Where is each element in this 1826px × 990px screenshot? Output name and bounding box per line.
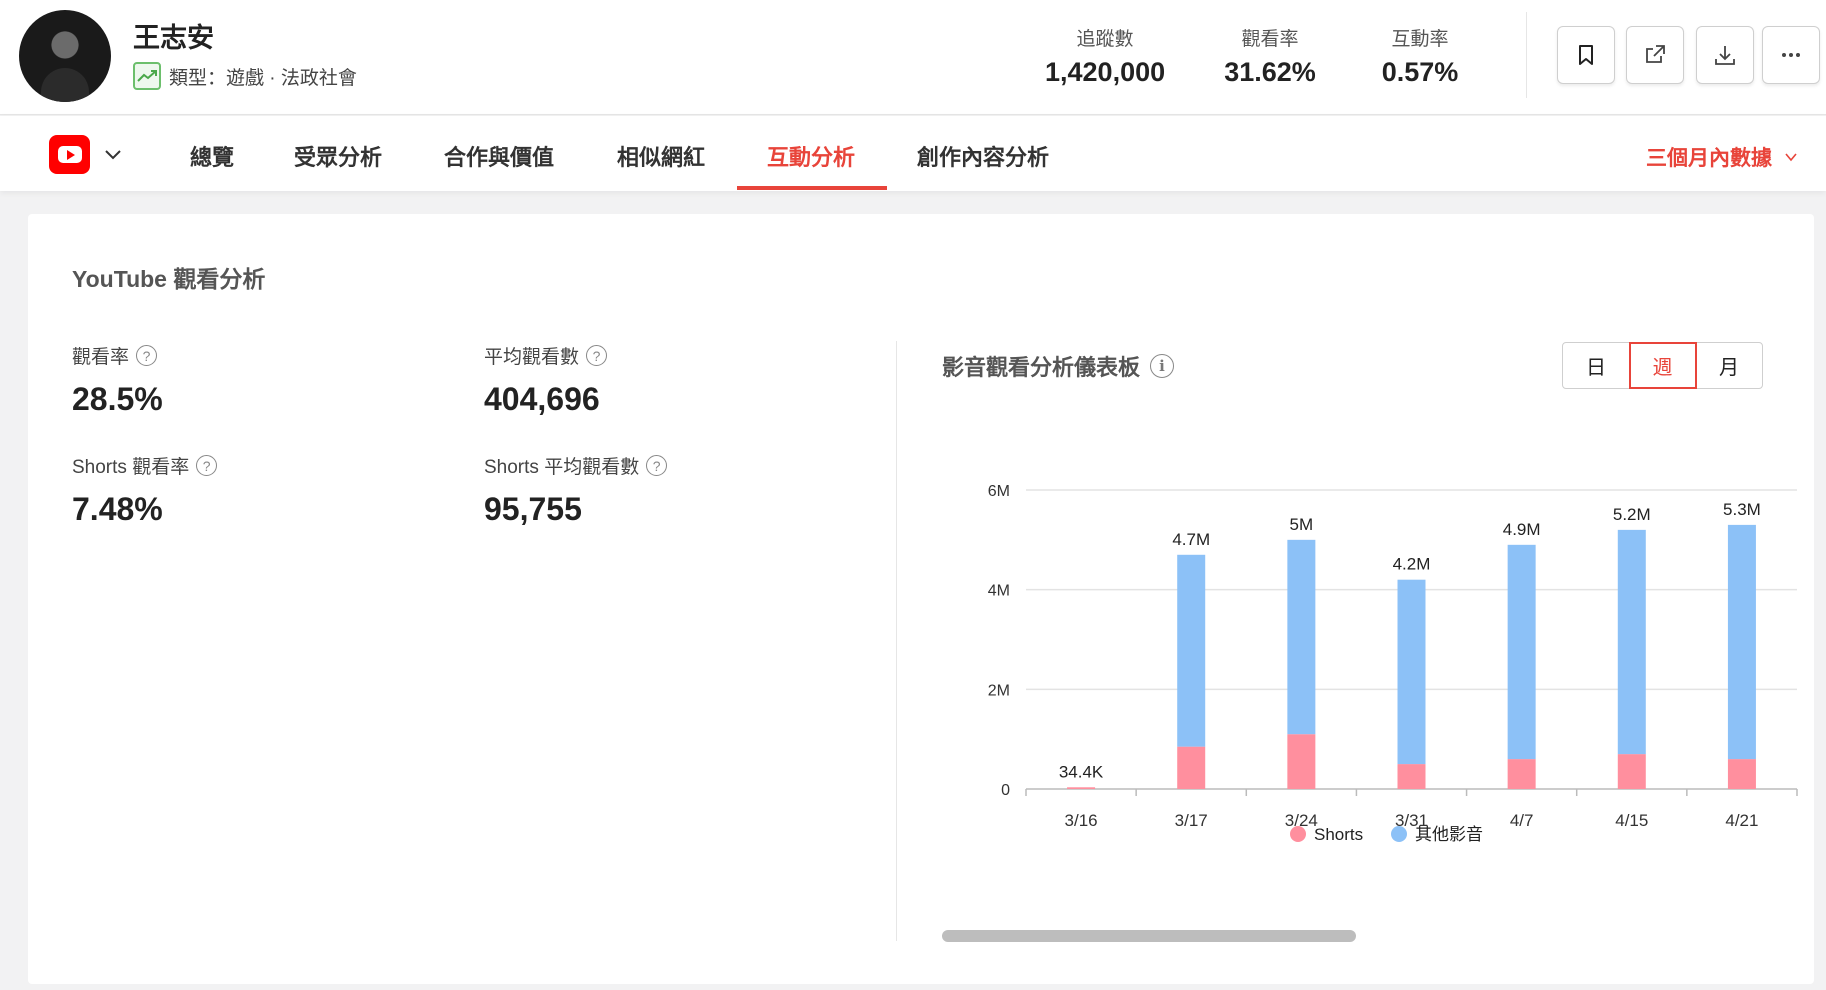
- youtube-icon[interactable]: [49, 135, 90, 174]
- help-icon[interactable]: ?: [646, 455, 668, 476]
- data-label: 4.7M: [1172, 530, 1210, 549]
- active-tab-indicator: [737, 186, 887, 190]
- metric-label: 平均觀看數: [484, 347, 580, 368]
- bar-shorts: [1067, 787, 1096, 789]
- help-icon[interactable]: ?: [196, 455, 218, 476]
- section-divider: [896, 341, 897, 941]
- metric-label: 觀看率: [72, 347, 130, 368]
- help-icon[interactable]: ?: [136, 345, 158, 366]
- bar-other: [1727, 524, 1756, 760]
- x-tick-label: 4/21: [1725, 811, 1758, 830]
- profile-name: 王志安: [133, 23, 214, 53]
- bar-shorts: [1287, 734, 1316, 789]
- legend-other-label: 其他影音: [1415, 825, 1483, 844]
- share-button[interactable]: [1626, 26, 1684, 84]
- stat-label: 觀看率: [1241, 29, 1299, 50]
- data-label: 34.4K: [1059, 762, 1104, 781]
- metric-value: 28.5%: [72, 381, 163, 417]
- chevron-down-icon[interactable]: [103, 144, 123, 164]
- bar-other: [1287, 539, 1316, 735]
- tab-content[interactable]: 創作內容分析: [917, 140, 1049, 172]
- bar-shorts: [1177, 746, 1206, 789]
- tab-audience[interactable]: 受眾分析: [294, 140, 382, 172]
- stat-value: 1,420,000: [1045, 57, 1166, 87]
- bookmark-button[interactable]: [1557, 26, 1615, 84]
- help-icon[interactable]: ?: [586, 345, 608, 366]
- stat-value: 31.62%: [1224, 57, 1316, 87]
- range-selector[interactable]: 三個月內數據: [1646, 142, 1798, 172]
- share-icon: [1646, 45, 1665, 63]
- data-label: 5M: [1290, 515, 1314, 534]
- tab-overview[interactable]: 總覽: [190, 140, 234, 172]
- tab-collaboration[interactable]: 合作與價值: [444, 140, 554, 172]
- y-tick-label: 0: [1001, 782, 1010, 799]
- chart-scrollbar[interactable]: [942, 930, 1356, 942]
- tab-similar[interactable]: 相似網紅: [617, 140, 705, 172]
- view-analysis-card: YouTube 觀看分析 觀看率? 28.5% 平均觀看數? 404,696 S…: [28, 214, 1814, 984]
- metric-value: 95,755: [484, 491, 582, 527]
- granularity-month[interactable]: 月: [1695, 342, 1763, 389]
- tab-engagement[interactable]: 互動分析: [767, 140, 855, 172]
- avatar[interactable]: [19, 10, 111, 102]
- x-tick-label: 4/7: [1510, 811, 1534, 830]
- range-label: 三個月內數據: [1646, 147, 1772, 170]
- legend-shorts-swatch: [1290, 826, 1306, 842]
- legend-other-swatch: [1391, 826, 1407, 842]
- metric-shorts-avg-views: Shorts 平均觀看數? 95,755: [484, 452, 668, 528]
- metric-value: 404,696: [484, 381, 600, 417]
- legend-shorts-label: Shorts: [1314, 825, 1363, 844]
- bar-other: [1397, 579, 1426, 765]
- category-text: 類型：遊戲 · 法政社會: [169, 67, 357, 89]
- download-icon: [1715, 46, 1735, 65]
- stat-value: 0.57%: [1381, 57, 1459, 87]
- stat-view-rate: 觀看率 31.62%: [1210, 24, 1330, 88]
- stat-engagement-rate: 互動率 0.57%: [1360, 24, 1480, 88]
- data-label: 5.2M: [1613, 505, 1651, 524]
- stat-label: 追蹤數: [1076, 29, 1134, 50]
- granularity-day[interactable]: 日: [1562, 342, 1630, 389]
- data-label: 4.2M: [1393, 555, 1431, 574]
- card-title: YouTube 觀看分析: [72, 266, 266, 292]
- data-label: 5.3M: [1723, 500, 1761, 519]
- profile-category: 類型：遊戲 · 法政社會: [133, 62, 357, 90]
- metric-label: Shorts 觀看率: [72, 457, 190, 478]
- x-tick-label: 4/15: [1615, 811, 1648, 830]
- bookmark-icon: [1579, 45, 1593, 65]
- info-icon[interactable]: i: [1150, 354, 1175, 378]
- granularity-toggle: 日 週 月: [1562, 342, 1763, 389]
- bar-other: [1177, 554, 1206, 747]
- metric-label: Shorts 平均觀看數: [484, 457, 640, 478]
- more-button[interactable]: [1762, 26, 1820, 84]
- y-tick-label: 6M: [988, 483, 1010, 500]
- metric-avg-views: 平均觀看數? 404,696: [484, 342, 608, 418]
- bar-other: [1617, 529, 1646, 755]
- data-label: 4.9M: [1503, 520, 1541, 539]
- trend-up-icon: [133, 62, 161, 90]
- chevron-down-icon: [1785, 153, 1797, 162]
- x-tick-label: 3/16: [1065, 811, 1098, 830]
- stat-followers: 追蹤數 1,420,000: [1045, 24, 1165, 88]
- bar-shorts: [1397, 764, 1426, 789]
- profile-header: 王志安 類型：遊戲 · 法政社會 追蹤數 1,420,000 觀看率 31.62…: [0, 0, 1826, 115]
- chart-title-text: 影音觀看分析儀表板: [942, 355, 1141, 380]
- tab-nav: 總覽 受眾分析 合作與價值 相似網紅 互動分析 創作內容分析 三個月內數據: [0, 116, 1826, 191]
- metric-shorts-view-rate: Shorts 觀看率? 7.48%: [72, 452, 218, 528]
- metric-value: 7.48%: [72, 491, 163, 527]
- chart-title: 影音觀看分析儀表板 i: [942, 350, 1175, 382]
- metric-view-rate: 觀看率? 28.5%: [72, 342, 163, 418]
- view-bar-chart: 02M4M6M34.4K3/164.7M3/175M3/244.2M3/314.…: [988, 483, 1798, 844]
- download-button[interactable]: [1696, 26, 1754, 84]
- bar-other: [1507, 544, 1536, 760]
- y-tick-label: 4M: [988, 583, 1010, 600]
- bar-shorts: [1617, 754, 1646, 789]
- more-icon: [1782, 53, 1800, 57]
- bar-shorts: [1727, 759, 1756, 789]
- y-tick-label: 2M: [988, 682, 1010, 699]
- header-divider: [1526, 12, 1527, 98]
- x-tick-label: 3/17: [1175, 811, 1208, 830]
- bar-shorts: [1507, 759, 1536, 789]
- stat-label: 互動率: [1391, 29, 1449, 50]
- granularity-week[interactable]: 週: [1628, 342, 1697, 389]
